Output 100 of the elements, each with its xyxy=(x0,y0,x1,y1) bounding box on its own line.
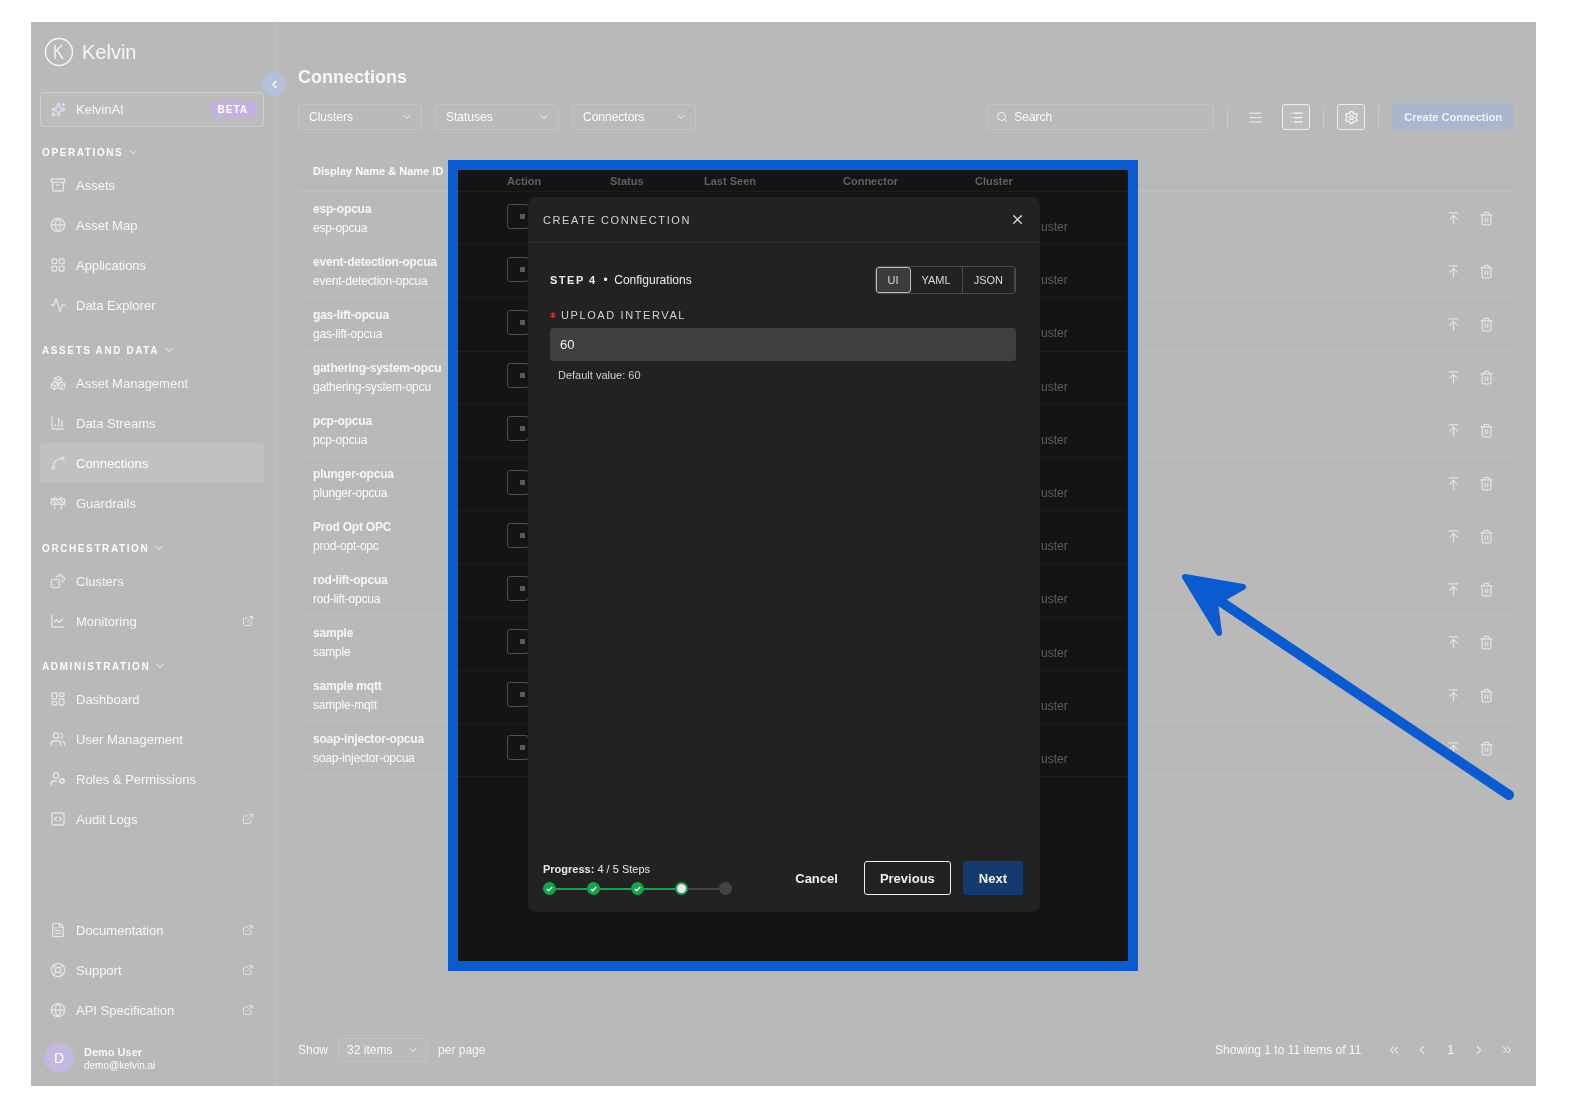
connection-name: Prod Opt OPC xyxy=(313,519,393,534)
format-tab[interactable]: YAML xyxy=(910,267,963,293)
barrier-icon xyxy=(50,495,66,511)
connection-id: sample xyxy=(313,644,352,659)
filter-dropdown[interactable]: Clusters xyxy=(298,104,422,130)
delete-icon[interactable] xyxy=(1479,740,1494,756)
nav-item[interactable]: Support xyxy=(40,950,264,990)
cluster-name: uster xyxy=(1041,539,1068,554)
user-avatar[interactable]: D xyxy=(44,1043,74,1073)
nav-item[interactable]: User Management xyxy=(40,719,264,759)
globe-icon xyxy=(50,1002,66,1018)
collapse-button[interactable] xyxy=(262,72,286,96)
progress-text: Progress: 4 / 5 Steps xyxy=(543,863,651,875)
column-header: Action xyxy=(507,174,543,187)
close-button[interactable] xyxy=(1010,212,1025,227)
boxes-icon xyxy=(50,375,66,391)
user-email: demo@kelvin.ai xyxy=(84,1059,156,1071)
nav-item[interactable]: Assets xyxy=(40,165,264,205)
nav-item[interactable]: Asset Management xyxy=(40,363,264,403)
connection-id: sample-mqtt xyxy=(313,697,378,712)
cluster-name: uster xyxy=(1041,751,1068,766)
nav-item[interactable]: Clusters xyxy=(40,561,264,601)
field-label: UPLOAD INTERVAL xyxy=(561,309,687,321)
delete-icon[interactable] xyxy=(1479,263,1494,279)
column-header: Cluster xyxy=(975,174,1014,187)
connection-name: sample mqtt xyxy=(313,678,383,693)
logo-icon xyxy=(44,37,74,67)
last-page-icon[interactable] xyxy=(1500,1043,1514,1057)
nav-item[interactable]: Guardrails xyxy=(40,483,264,523)
lifebuoy-icon xyxy=(50,962,66,978)
settings-button[interactable] xyxy=(1337,104,1366,130)
bar-chart-icon xyxy=(50,415,66,431)
nav-item[interactable]: Dashboard xyxy=(40,679,264,719)
delete-icon[interactable] xyxy=(1479,369,1494,385)
delete-icon[interactable] xyxy=(1479,316,1494,332)
page-number[interactable]: 1 xyxy=(1443,1043,1458,1057)
connection-id: event-detection-opcua xyxy=(313,273,429,288)
connection-name: esp-opcua xyxy=(313,201,373,216)
nav-item[interactable]: Asset Map xyxy=(40,205,264,245)
compact-list-icon xyxy=(1247,109,1263,125)
column-header: Status xyxy=(610,174,645,187)
cluster-name: uster xyxy=(1041,220,1068,235)
connection-name: soap-injector-opcua xyxy=(313,731,426,746)
nav-item[interactable]: Audit Logs xyxy=(40,799,264,839)
show-label: Show xyxy=(298,1043,329,1057)
nav-item[interactable]: Documentation xyxy=(40,910,264,950)
delete-icon[interactable] xyxy=(1479,528,1494,544)
upload-interval-field[interactable]: 60 xyxy=(550,328,1016,361)
delete-icon[interactable] xyxy=(1479,581,1494,597)
connection-id: pcp-opcua xyxy=(313,432,369,447)
document-icon xyxy=(50,922,66,938)
section-title: ORCHESTRATION xyxy=(42,542,150,554)
nav-item[interactable]: Data Explorer xyxy=(40,285,264,325)
nav-item[interactable]: Applications xyxy=(40,245,264,285)
connection-name: rod-lift-opcua xyxy=(313,572,389,587)
connection-name: gathering-system-opcu xyxy=(313,360,443,375)
per-page-label: per page xyxy=(438,1043,486,1057)
nav-item[interactable]: API Specification xyxy=(40,990,264,1030)
create-connection-button[interactable]: Create Connection xyxy=(1392,104,1514,130)
cluster-name: uster xyxy=(1041,326,1068,341)
connection-name: sample xyxy=(313,625,355,640)
cluster-name: uster xyxy=(1041,432,1068,447)
nav-item[interactable]: Data Streams xyxy=(40,403,264,443)
format-tab[interactable]: UI xyxy=(875,267,911,293)
globe-icon xyxy=(50,217,66,233)
field-hint: Default value: 60 xyxy=(557,369,642,381)
nav-item[interactable]: Roles & Permissions xyxy=(40,759,264,799)
step-heading: STEP 4 • Configurations xyxy=(550,273,692,287)
previous-button[interactable]: Previous xyxy=(863,861,951,895)
connection-name: plunger-opcua xyxy=(313,466,395,481)
filter-dropdown[interactable]: Statuses xyxy=(435,104,559,130)
nav-item[interactable]: Monitoring xyxy=(40,601,264,641)
section-title: ADMINISTRATION xyxy=(42,660,151,672)
connection-id: prod-opt-opc xyxy=(313,538,380,553)
delete-icon[interactable] xyxy=(1479,634,1494,650)
format-tab[interactable]: JSON xyxy=(962,267,1015,293)
view-toggle[interactable] xyxy=(1282,104,1311,130)
grid-icon xyxy=(50,257,66,273)
list-icon xyxy=(1288,109,1304,125)
filter-dropdown[interactable]: Connectors xyxy=(572,104,696,130)
connection-name: gas-lift-opcua xyxy=(313,307,391,322)
connection-id: gas-lift-opcua xyxy=(313,326,384,341)
assistant-button[interactable]: KelvinAI BETA xyxy=(40,92,264,127)
section-title: ASSETS AND DATA xyxy=(42,344,160,356)
delete-icon[interactable] xyxy=(1479,422,1494,438)
delete-icon[interactable] xyxy=(1479,210,1494,226)
search-field[interactable]: Search xyxy=(987,104,1215,130)
delete-icon[interactable] xyxy=(1479,687,1494,703)
cluster-name: uster xyxy=(1041,273,1068,288)
code-icon xyxy=(50,811,66,827)
nav-item[interactable]: Connections xyxy=(40,443,264,483)
column-header: Display Name & Name ID xyxy=(312,164,444,177)
next-button[interactable]: Next xyxy=(962,861,1023,895)
page-size-dropdown[interactable]: 32 items xyxy=(338,1038,429,1062)
route-icon xyxy=(50,455,66,471)
delete-icon[interactable] xyxy=(1479,475,1494,491)
section-title: OPERATIONS xyxy=(42,146,124,158)
cancel-button[interactable]: Cancel xyxy=(781,861,852,895)
column-header: Connector xyxy=(843,174,899,187)
line-chart-icon xyxy=(50,613,66,629)
